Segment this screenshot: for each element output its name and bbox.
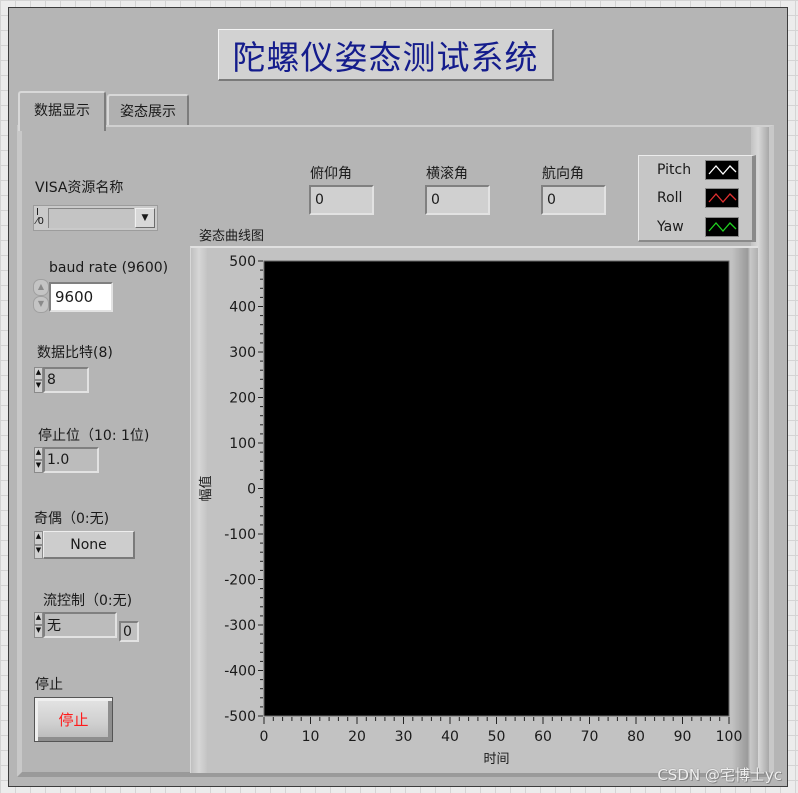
flow-control-label: 流控制（0:无) [43, 593, 133, 609]
visa-resource-selector[interactable]: I ⁄0 ▼ [33, 205, 158, 231]
tab-data-display[interactable]: 数据显示 [18, 91, 106, 131]
yaw-angle-label: 航向角 [542, 166, 584, 182]
x-axis-label: 时间 [483, 752, 509, 767]
y-tick-label: 500 [229, 254, 256, 270]
legend-swatch-yaw[interactable] [705, 217, 739, 237]
x-tick-label: 90 [674, 729, 692, 745]
x-tick-label: 100 [716, 729, 743, 745]
dropdown-arrow-icon[interactable]: ▼ [135, 208, 155, 228]
y-tick-label: -100 [224, 527, 256, 543]
increment-icon[interactable]: ▲ [34, 612, 43, 625]
decrement-icon[interactable]: ▼ [34, 545, 43, 559]
y-tick-label: 400 [229, 300, 256, 316]
increment-icon[interactable]: ▲ [34, 531, 43, 545]
y-tick-label: -300 [224, 618, 256, 634]
parity-selector[interactable]: None [43, 531, 135, 559]
baud-rate-spinner[interactable]: ▲ ▼ [33, 279, 49, 313]
baud-rate-label: baud rate (9600) [49, 260, 169, 276]
chart-svg: 5004003002001000-100-200-300-400-5000 10 2… [198, 254, 743, 767]
legend-label-pitch: Pitch [657, 162, 692, 178]
legend-line-pitch [708, 165, 737, 175]
flow-control-spinner[interactable]: ▲ ▼ [34, 612, 43, 638]
y-tick-label: 200 [229, 391, 256, 407]
plot-legend[interactable]: Pitch Roll Yaw [638, 155, 756, 242]
y-tick-label: 300 [229, 345, 256, 361]
data-bits-spinner[interactable]: ▲ ▼ [34, 367, 43, 393]
increment-icon[interactable]: ▲ [34, 367, 43, 380]
legend-swatch-pitch[interactable] [705, 160, 739, 180]
data-bits-input[interactable]: 8 [43, 367, 89, 393]
x-tick-label: 70 [581, 729, 599, 745]
waveform-chart: 500 400 300 200 100 0 -100 -200 -300 -400 -500 0 10 2… [190, 246, 758, 773]
x-tick-label: 30 [395, 729, 413, 745]
stop-button[interactable]: 停止 [34, 697, 113, 742]
decrement-icon[interactable]: ▼ [34, 625, 43, 638]
stop-bits-spinner[interactable]: ▲ ▼ [34, 447, 43, 473]
x-tick-label: 0 [260, 729, 269, 745]
legend-label-yaw: Yaw [657, 219, 684, 235]
flow-control-input[interactable]: 无 [43, 612, 117, 638]
tab-attitude-display[interactable]: 姿态展示 [107, 94, 189, 126]
y-tick-label: -400 [224, 664, 256, 680]
decrement-icon[interactable]: ▼ [34, 460, 43, 473]
visa-resource-field[interactable] [48, 208, 134, 228]
parity-label: 奇偶（0:无) [34, 511, 110, 527]
increment-icon[interactable]: ▲ [34, 447, 43, 460]
legend-swatch-roll[interactable] [705, 188, 739, 208]
legend-line-yaw [708, 222, 737, 232]
plot-area [263, 260, 730, 717]
y-tick-label: -200 [224, 573, 256, 589]
legend-label-roll: Roll [657, 190, 683, 206]
chart-title: 姿态曲线图 [199, 229, 265, 244]
y-tick-label: 100 [229, 436, 256, 452]
x-tick-label: 20 [348, 729, 366, 745]
y-tick-label: -500 [224, 709, 256, 725]
yaw-angle-value: 0 [541, 185, 606, 215]
roll-angle-value: 0 [425, 185, 490, 215]
parity-spinner[interactable]: ▲ ▼ [34, 531, 43, 559]
x-tick-label: 60 [534, 729, 552, 745]
stop-bits-label: 停止位（10: 1位) [38, 428, 150, 444]
legend-line-roll [708, 193, 737, 203]
watermark: CSDN @宅博士yc [657, 766, 782, 784]
x-tick-label: 40 [441, 729, 459, 745]
data-bits-label: 数据比特(8) [37, 345, 113, 361]
x-tick-label: 10 [302, 729, 320, 745]
x-tick-label: 80 [627, 729, 645, 745]
stop-label: 停止 [35, 677, 63, 693]
x-tick-label: 50 [488, 729, 506, 745]
pitch-angle-value: 0 [309, 185, 374, 215]
baud-rate-input[interactable]: 9600 [49, 282, 113, 312]
flow-control-numeric: 0 [119, 621, 139, 642]
roll-angle-label: 横滚角 [426, 166, 468, 182]
y-tick-label: 0 [247, 482, 256, 498]
stop-bits-input[interactable]: 1.0 [43, 447, 99, 473]
window-title: 陀螺仪姿态测试系统 [218, 29, 554, 81]
visa-resource-label: VISA资源名称 [35, 180, 124, 196]
decrement-icon[interactable]: ▼ [33, 296, 49, 313]
decrement-icon[interactable]: ▼ [34, 380, 43, 393]
pitch-angle-label: 俯仰角 [310, 166, 352, 182]
io-icon: I ⁄0 [36, 207, 45, 227]
increment-icon[interactable]: ▲ [33, 279, 49, 296]
y-axis-label: 幅值 [198, 475, 214, 501]
